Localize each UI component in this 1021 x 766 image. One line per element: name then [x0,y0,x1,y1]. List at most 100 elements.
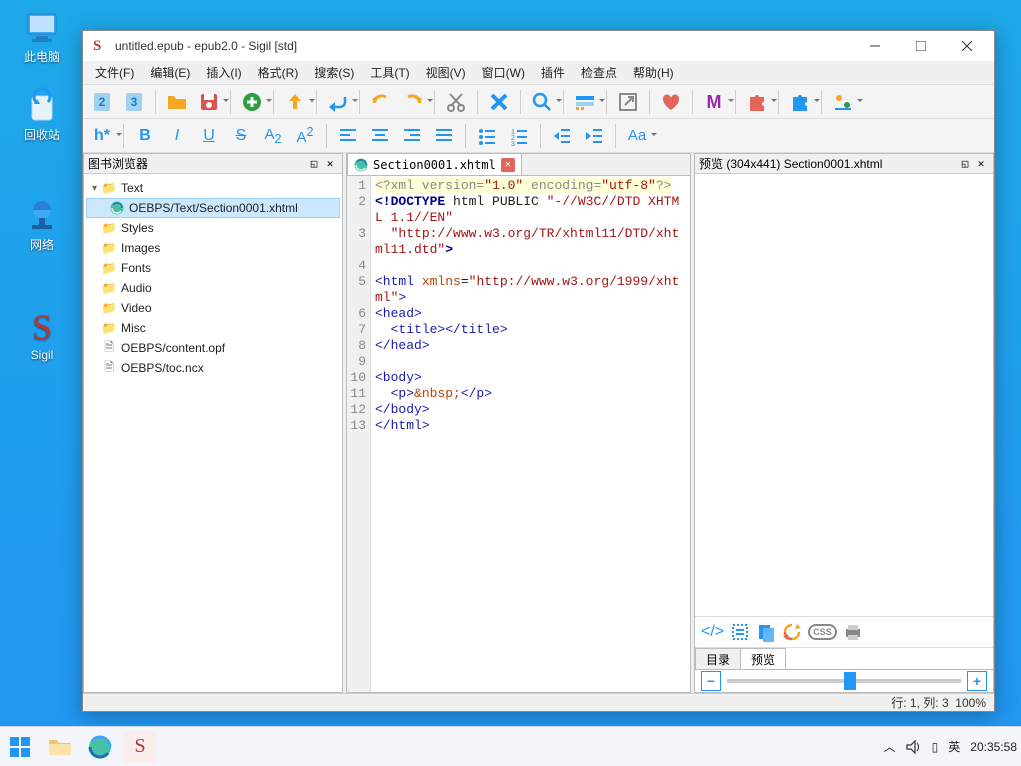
bold-icon[interactable]: B [130,122,160,150]
editor-panel: Section0001.xhtml ✕ 12345678910111213 <?… [346,153,691,693]
align-right-icon[interactable] [397,122,427,150]
heading-icon[interactable]: h* [87,122,117,150]
menu-tools[interactable]: 工具(T) [362,61,417,84]
maximize-button[interactable] [898,31,944,61]
menu-search[interactable]: 搜索(S) [306,61,362,84]
metadata-icon[interactable] [570,88,600,116]
undo-icon[interactable] [366,88,396,116]
upload-icon[interactable] [280,88,310,116]
desktop-icon-recycle-bin[interactable]: 回收站 [8,86,76,143]
line-gutter: 12345678910111213 [347,176,371,692]
css-icon[interactable]: CSS [808,624,837,640]
tree-folder-fonts[interactable]: ▸📁Fonts [86,258,340,278]
menu-window[interactable]: 窗口(W) [474,61,533,84]
tab-toc[interactable]: 目录 [695,648,741,669]
search-icon[interactable] [527,88,557,116]
menu-format[interactable]: 格式(R) [250,61,307,84]
italic-icon[interactable]: I [162,122,192,150]
cut-icon[interactable] [441,88,471,116]
tray-volume-icon[interactable] [906,739,922,755]
superscript-icon[interactable]: A2 [290,122,320,150]
numbered-list-icon[interactable]: 123 [504,122,534,150]
editor-tab-section[interactable]: Section0001.xhtml ✕ [347,153,522,175]
tree-folder-text[interactable]: ▾📁Text [86,178,340,198]
desktop-icon-network[interactable]: 网络 [8,196,76,253]
tree-file-ncx[interactable]: ▸🗎OEBPS/toc.ncx [86,358,340,378]
menu-checkpoint[interactable]: 检查点 [573,61,625,84]
menu-view[interactable]: 视图(V) [418,61,474,84]
tree-folder-styles[interactable]: ▸📁Styles [86,218,340,238]
strikethrough-icon[interactable]: S [226,122,256,150]
panel-close-icon[interactable]: ✕ [973,156,989,172]
tray-ime-label[interactable]: ▯ [932,740,939,754]
taskbar-sigil[interactable]: S [124,731,156,763]
open-icon[interactable] [162,88,192,116]
tray-chevron-icon[interactable]: ︿ [884,738,896,755]
start-button[interactable] [4,731,36,763]
copy-icon[interactable] [756,622,776,642]
menu-help[interactable]: 帮助(H) [625,61,682,84]
fix-icon[interactable] [484,88,514,116]
taskbar-explorer[interactable] [44,731,76,763]
file-tree[interactable]: ▾📁Text OEBPS/Text/Section0001.xhtml ▸📁St… [84,174,342,692]
case-icon[interactable]: Aa [622,122,652,150]
minimize-button[interactable] [852,31,898,61]
gear-puzzle-icon[interactable] [785,88,815,116]
code-editor[interactable]: <?xml version="1.0" encoding="utf-8"?> <… [371,176,690,692]
desktop-icon-sigil[interactable]: S Sigil [8,306,76,362]
tree-folder-audio[interactable]: ▸📁Audio [86,278,340,298]
link-back-icon[interactable] [323,88,353,116]
zoom-slider[interactable] [727,679,961,683]
menu-edit[interactable]: 编辑(E) [142,61,198,84]
file-icon: 🗎 [101,360,117,376]
epub2-icon[interactable]: 2 [87,88,117,116]
taskbar-edge[interactable] [84,731,116,763]
underline-icon[interactable]: U [194,122,224,150]
indent-icon[interactable] [579,122,609,150]
outdent-icon[interactable] [547,122,577,150]
panel-close-icon[interactable]: ✕ [322,156,338,172]
zoom-in-button[interactable]: + [967,671,987,691]
titlebar[interactable]: S untitled.epub - epub2.0 - Sigil [std] [83,31,994,61]
panel-float-icon[interactable]: ◱ [306,156,322,172]
tree-folder-video[interactable]: ▸📁Video [86,298,340,318]
menu-file[interactable]: 文件(F) [87,61,142,84]
zoom-out-button[interactable]: − [701,671,721,691]
panel-float-icon[interactable]: ◱ [957,156,973,172]
reload-icon[interactable] [782,622,802,642]
select-all-icon[interactable] [730,622,750,642]
menu-insert[interactable]: 插入(I) [198,61,249,84]
close-button[interactable] [944,31,990,61]
tab-preview[interactable]: 预览 [740,648,786,669]
redo-icon[interactable] [398,88,428,116]
settings-icon[interactable] [828,88,858,116]
app-icon: S [93,38,109,54]
bullet-list-icon[interactable] [472,122,502,150]
align-justify-icon[interactable] [429,122,459,150]
tree-file-opf[interactable]: ▸🗎OEBPS/content.opf [86,338,340,358]
favorite-icon[interactable] [656,88,686,116]
menu-plugins[interactable]: 插件 [533,61,573,84]
add-icon[interactable] [237,88,267,116]
window-title: untitled.epub - epub2.0 - Sigil [std] [115,39,852,53]
tree-folder-misc[interactable]: ▸📁Misc [86,318,340,338]
tray-clock[interactable]: 20:35:58 [970,740,1017,754]
align-center-icon[interactable] [365,122,395,150]
subscript-icon[interactable]: A2 [258,122,288,150]
external-icon[interactable] [613,88,643,116]
preview-body [695,174,993,616]
tab-close-icon[interactable]: ✕ [501,158,515,172]
sigil-app-window: S untitled.epub - epub2.0 - Sigil [std] … [82,30,995,712]
tree-file-section[interactable]: OEBPS/Text/Section0001.xhtml [86,198,340,218]
taskbar: S ︿ ▯ 英 20:35:58 [0,726,1021,766]
tree-folder-images[interactable]: ▸📁Images [86,238,340,258]
code-view-icon[interactable]: </> [701,623,724,641]
save-icon[interactable] [194,88,224,116]
print-icon[interactable] [843,622,863,642]
desktop-icon-this-pc[interactable]: 此电脑 [8,8,76,65]
epub3-icon[interactable]: 3 [119,88,149,116]
m-icon[interactable]: M [699,88,729,116]
puzzle-icon[interactable] [742,88,772,116]
tray-lang-label[interactable]: 英 [948,738,960,755]
align-left-icon[interactable] [333,122,363,150]
